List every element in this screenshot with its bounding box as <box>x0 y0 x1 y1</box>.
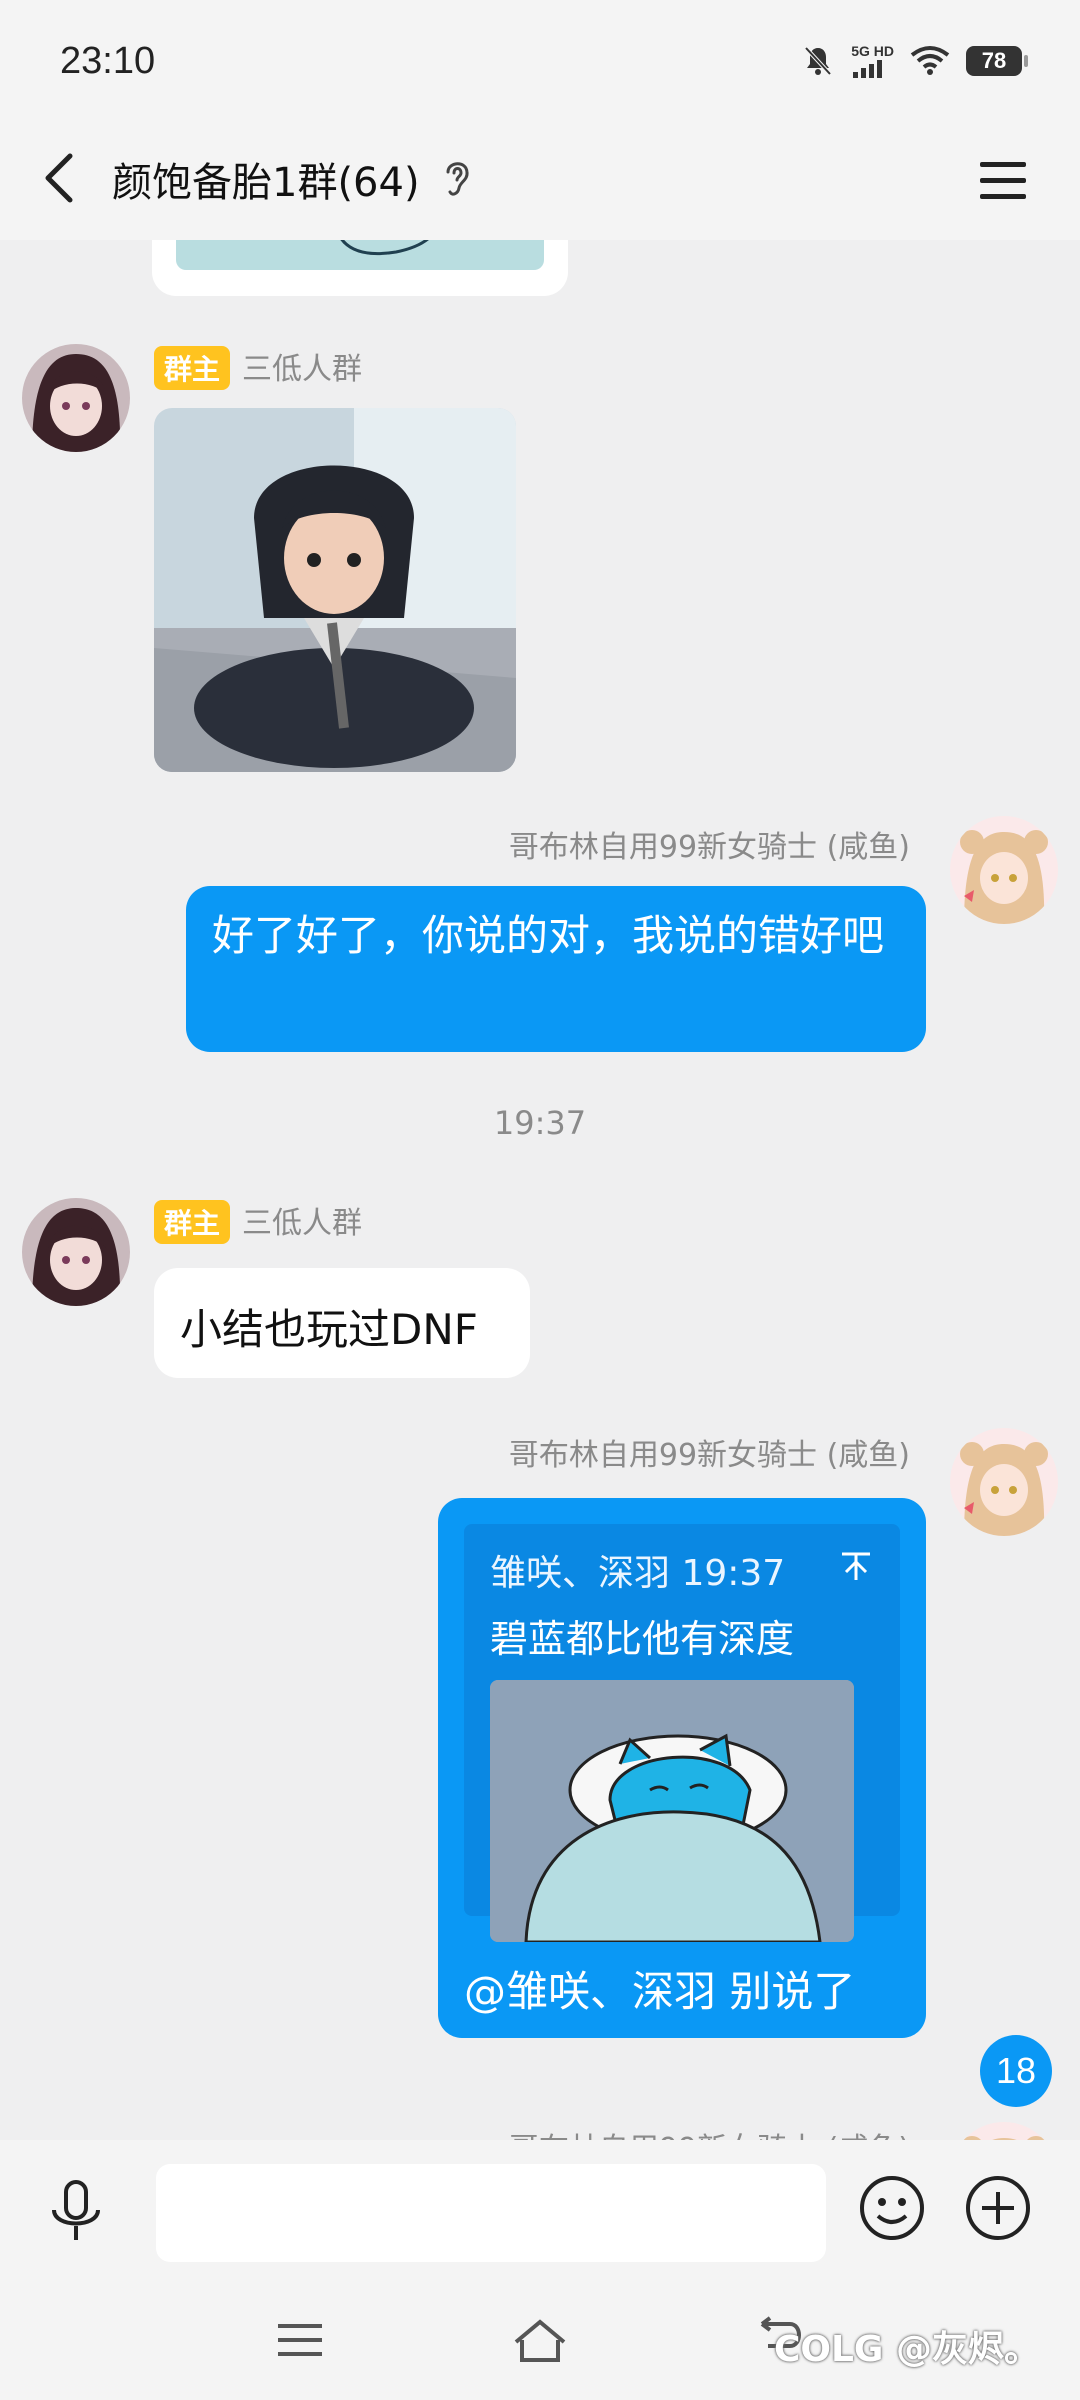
mic-icon[interactable] <box>40 2176 112 2248</box>
watermark: COLG @灰烬。 <box>773 2329 1040 2370</box>
message-text: 好了好了，你说的对，我说的错好吧 <box>212 911 885 960</box>
self-avatar[interactable] <box>950 816 1058 924</box>
sender-line: 群主 三低人群 <box>154 1198 362 1244</box>
reply-message-bubble[interactable]: 雏咲、深羽 19:37 碧蓝都比他有深度 @雏咲、深羽 别说了 <box>438 1498 926 2038</box>
quote-header: 雏咲、深羽 19:37 <box>490 1553 786 1594</box>
emoji-icon[interactable] <box>856 2172 928 2244</box>
menu-icon[interactable] <box>976 152 1030 208</box>
message-input[interactable] <box>156 2164 826 2262</box>
sender-name[interactable]: 三低人群 <box>242 352 362 387</box>
sender-line: 群主 三低人群 <box>154 344 362 390</box>
message-bubble[interactable]: 好了好了，你说的对，我说的错好吧 <box>186 886 926 1052</box>
quote-image[interactable] <box>490 1680 854 1942</box>
mute-bell-icon <box>804 46 832 76</box>
message-bubble[interactable]: 小结也玩过DNF <box>154 1268 530 1378</box>
sender-name[interactable]: 哥布林自用99新女骑士 (咸鱼) <box>509 1430 910 1474</box>
reply-text: @雏咲、深羽 别说了 <box>464 1967 856 2016</box>
ear-icon[interactable] <box>440 156 474 200</box>
sender-name[interactable]: 哥布林自用99新女骑士 (咸鱼) <box>509 822 910 866</box>
owner-badge: 群主 <box>154 1200 231 1244</box>
self-avatar[interactable] <box>950 2122 1058 2140</box>
status-icons: 5G HD 78 <box>801 44 1028 78</box>
status-bar: 23:10 5G HD 78 <box>0 0 1080 120</box>
nav-menu-icon[interactable] <box>270 2316 330 2366</box>
status-time: 23:10 <box>60 40 156 82</box>
anime-girl-image <box>154 408 516 772</box>
image-message[interactable] <box>154 408 516 772</box>
network-label: 5G HD <box>851 43 894 59</box>
signal-icon <box>853 60 883 78</box>
cell-signal: 5G HD <box>851 44 894 78</box>
avatar[interactable] <box>22 344 130 452</box>
previous-image <box>176 240 544 270</box>
unread-count-badge[interactable]: 18 <box>980 2035 1052 2107</box>
quote-text: 碧蓝都比他有深度 <box>490 1617 795 1661</box>
message-list[interactable]: 群主 三低人群 哥布林自用99新女骑士 (咸鱼) 好了好了，你说的对，我说的错好… <box>0 240 1080 2140</box>
time-separator: 19:37 <box>493 1104 587 1142</box>
message-text: 小结也玩过DNF <box>180 1305 478 1354</box>
sender-name[interactable]: 哥布林自用99新女骑士 (咸鱼) <box>509 2124 910 2140</box>
sender-name[interactable]: 三低人群 <box>242 1206 362 1241</box>
system-nav-bar: COLG @灰烬。 <box>0 2280 1080 2400</box>
group-title[interactable]: 颜饱备胎1群(64) <box>112 150 420 208</box>
wifi-icon <box>910 46 950 75</box>
quoted-message[interactable]: 雏咲、深羽 19:37 碧蓝都比他有深度 <box>464 1524 900 1942</box>
sleeping-cat-sticker <box>490 1680 854 1942</box>
quote-collapse-icon[interactable] <box>838 1548 874 1584</box>
input-bar <box>0 2140 1080 2280</box>
avatar[interactable] <box>22 1198 130 1306</box>
battery-indicator: 78 <box>966 46 1028 76</box>
chat-header: 颜饱备胎1群(64) <box>0 120 1080 240</box>
nav-home-icon[interactable] <box>510 2316 570 2366</box>
owner-badge: 群主 <box>154 346 231 390</box>
self-avatar[interactable] <box>950 1428 1058 1536</box>
plus-icon[interactable] <box>962 2172 1034 2244</box>
back-icon[interactable] <box>32 148 92 208</box>
previous-image-message[interactable] <box>152 240 568 296</box>
